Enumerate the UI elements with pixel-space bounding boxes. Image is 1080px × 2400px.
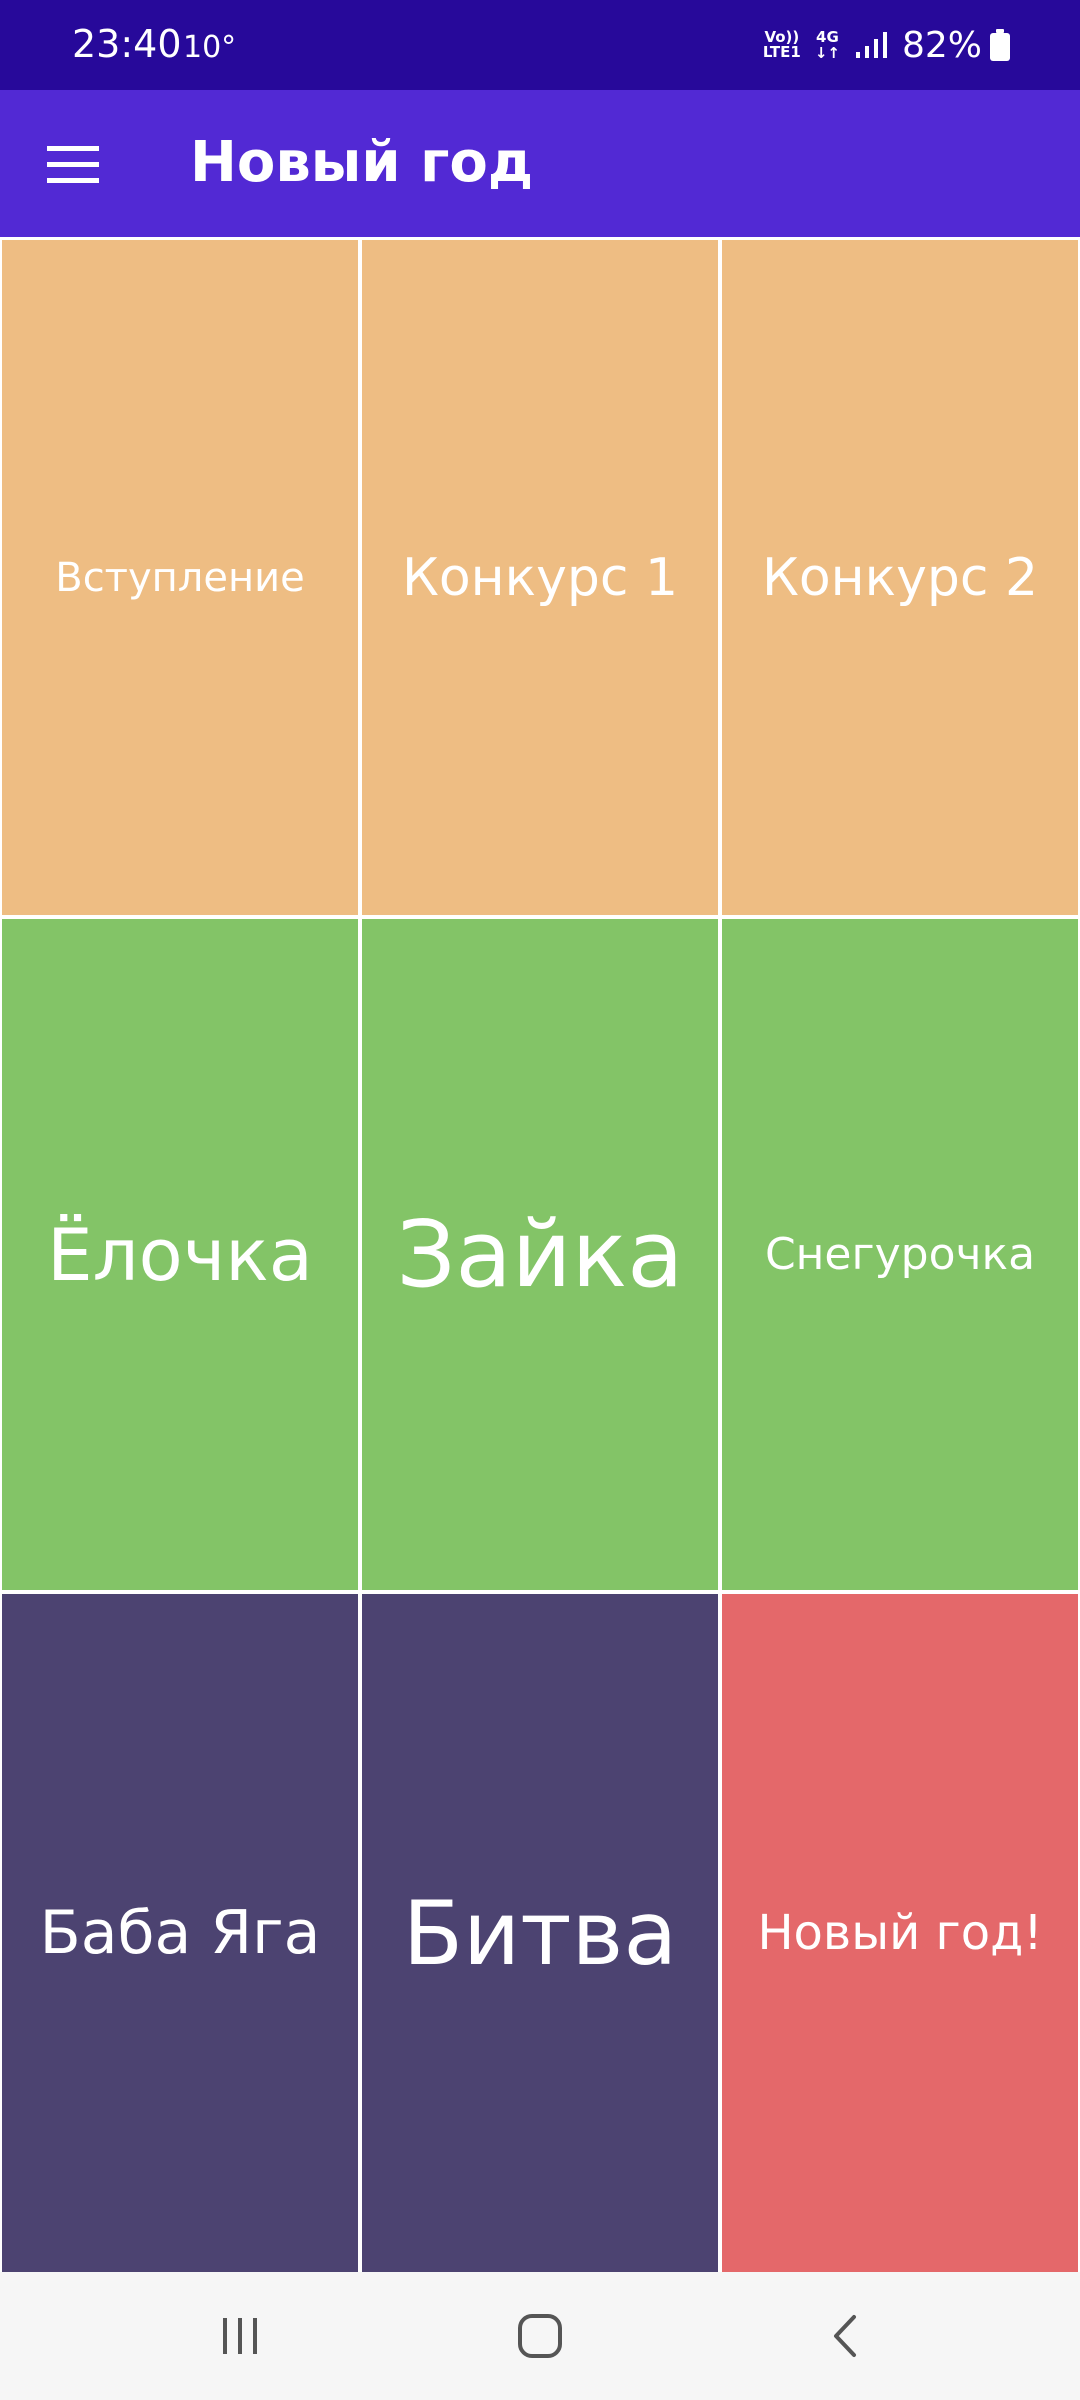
tile-contest-2[interactable]: Конкурс 2 xyxy=(722,240,1078,915)
battery-percent: 82% xyxy=(901,24,982,66)
tile-christmas-tree[interactable]: Ёлочка xyxy=(2,919,358,1590)
status-temperature: 10° xyxy=(183,30,237,65)
tile-label: Конкурс 1 xyxy=(401,547,679,608)
tile-intro[interactable]: Вступление xyxy=(2,240,358,915)
volte-icon: Vo)) LTE1 xyxy=(763,30,801,60)
tile-baba-yaga[interactable]: Баба Яга xyxy=(2,1594,358,2272)
signal-bars-icon xyxy=(855,32,887,58)
network-type-icon: 4G ↓↑ xyxy=(815,29,840,61)
hamburger-menu-icon xyxy=(47,146,99,183)
tile-battle[interactable]: Битва xyxy=(362,1594,718,2272)
back-icon xyxy=(834,2315,856,2357)
home-icon xyxy=(518,2314,562,2358)
volte-bottom: LTE1 xyxy=(762,43,801,61)
home-button[interactable] xyxy=(490,2296,590,2376)
menu-button[interactable] xyxy=(28,120,118,210)
tile-new-year[interactable]: Новый год! xyxy=(722,1594,1078,2272)
network-type-label: 4G xyxy=(816,28,839,46)
tile-label: Зайка xyxy=(396,1201,684,1308)
tile-label: Вступление xyxy=(55,554,305,601)
tile-label: Снегурочка xyxy=(764,1229,1036,1280)
status-bar: 23:40 10° Vo)) LTE1 4G ↓↑ 82% xyxy=(0,0,1080,90)
back-button[interactable] xyxy=(795,2296,895,2376)
tile-label: Битва xyxy=(402,1881,678,1985)
tile-bunny[interactable]: Зайка xyxy=(362,919,718,1590)
recent-apps-icon xyxy=(223,2318,257,2354)
status-indicators: Vo)) LTE1 4G ↓↑ 82% xyxy=(763,20,1010,70)
tile-grid: Вступление Конкурс 1 Конкурс 2 Ёлочка За… xyxy=(0,237,1080,2272)
status-time: 23:40 xyxy=(72,22,182,66)
recent-apps-button[interactable] xyxy=(190,2296,290,2376)
tile-label: Баба Яга xyxy=(39,1898,321,1968)
app-bar: Новый год xyxy=(0,90,1080,237)
tile-label: Ёлочка xyxy=(47,1212,313,1297)
tile-contest-1[interactable]: Конкурс 1 xyxy=(362,240,718,915)
tile-label: Новый год! xyxy=(757,1905,1043,1961)
tile-label: Конкурс 2 xyxy=(761,547,1039,608)
system-nav-bar xyxy=(0,2272,1080,2400)
tile-snow-maiden[interactable]: Снегурочка xyxy=(722,919,1078,1590)
battery-icon xyxy=(990,29,1010,61)
network-arrows: ↓↑ xyxy=(814,44,840,62)
page-title: Новый год xyxy=(190,130,534,195)
